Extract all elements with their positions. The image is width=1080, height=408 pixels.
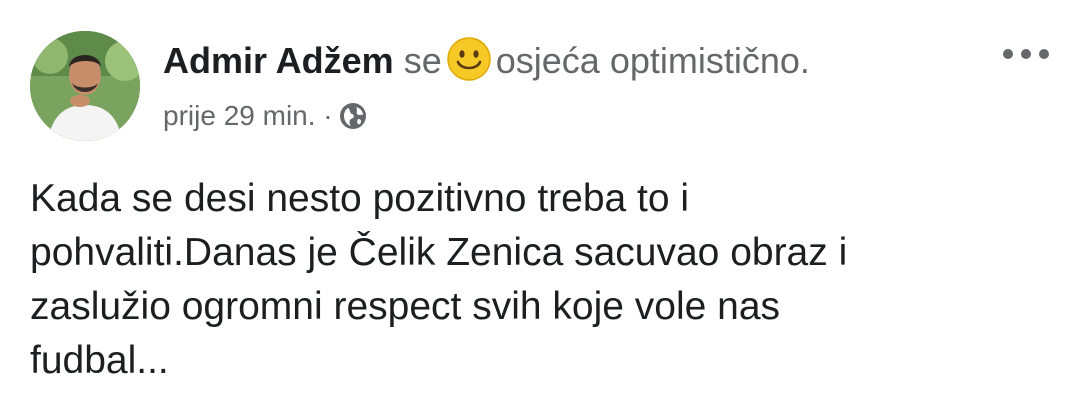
post-meta: prije 29 min. · [163, 98, 367, 134]
feeling-text: osjeća optimistično. [495, 40, 810, 81]
smiling-face-icon [447, 37, 491, 81]
author-line: Admir Adžem se osjeća optimistično. [163, 36, 810, 84]
post-text-line: fudbal... [30, 339, 169, 382]
more-options-icon[interactable] [1000, 44, 1052, 64]
post-text-line: zaslužio ogromni respect svih koje vole … [30, 285, 781, 328]
avatar[interactable] [30, 31, 140, 141]
post-text: Kada se desi nesto pozitivno treba to i … [30, 172, 1030, 388]
post-text-line: pohvaliti.Danas je Čelik Zenica sacuvao … [30, 231, 848, 274]
feeling-prefix: se [403, 40, 442, 81]
meta-separator: · [323, 100, 333, 131]
post-timestamp[interactable]: prije 29 min. [163, 100, 316, 131]
feed-post: Admir Adžem se osjeća optimistično. prij… [0, 0, 1080, 408]
author-name[interactable]: Admir Adžem [163, 40, 394, 81]
post-text-line: Kada se desi nesto pozitivno treba to i [30, 177, 690, 220]
globe-icon [339, 103, 366, 129]
